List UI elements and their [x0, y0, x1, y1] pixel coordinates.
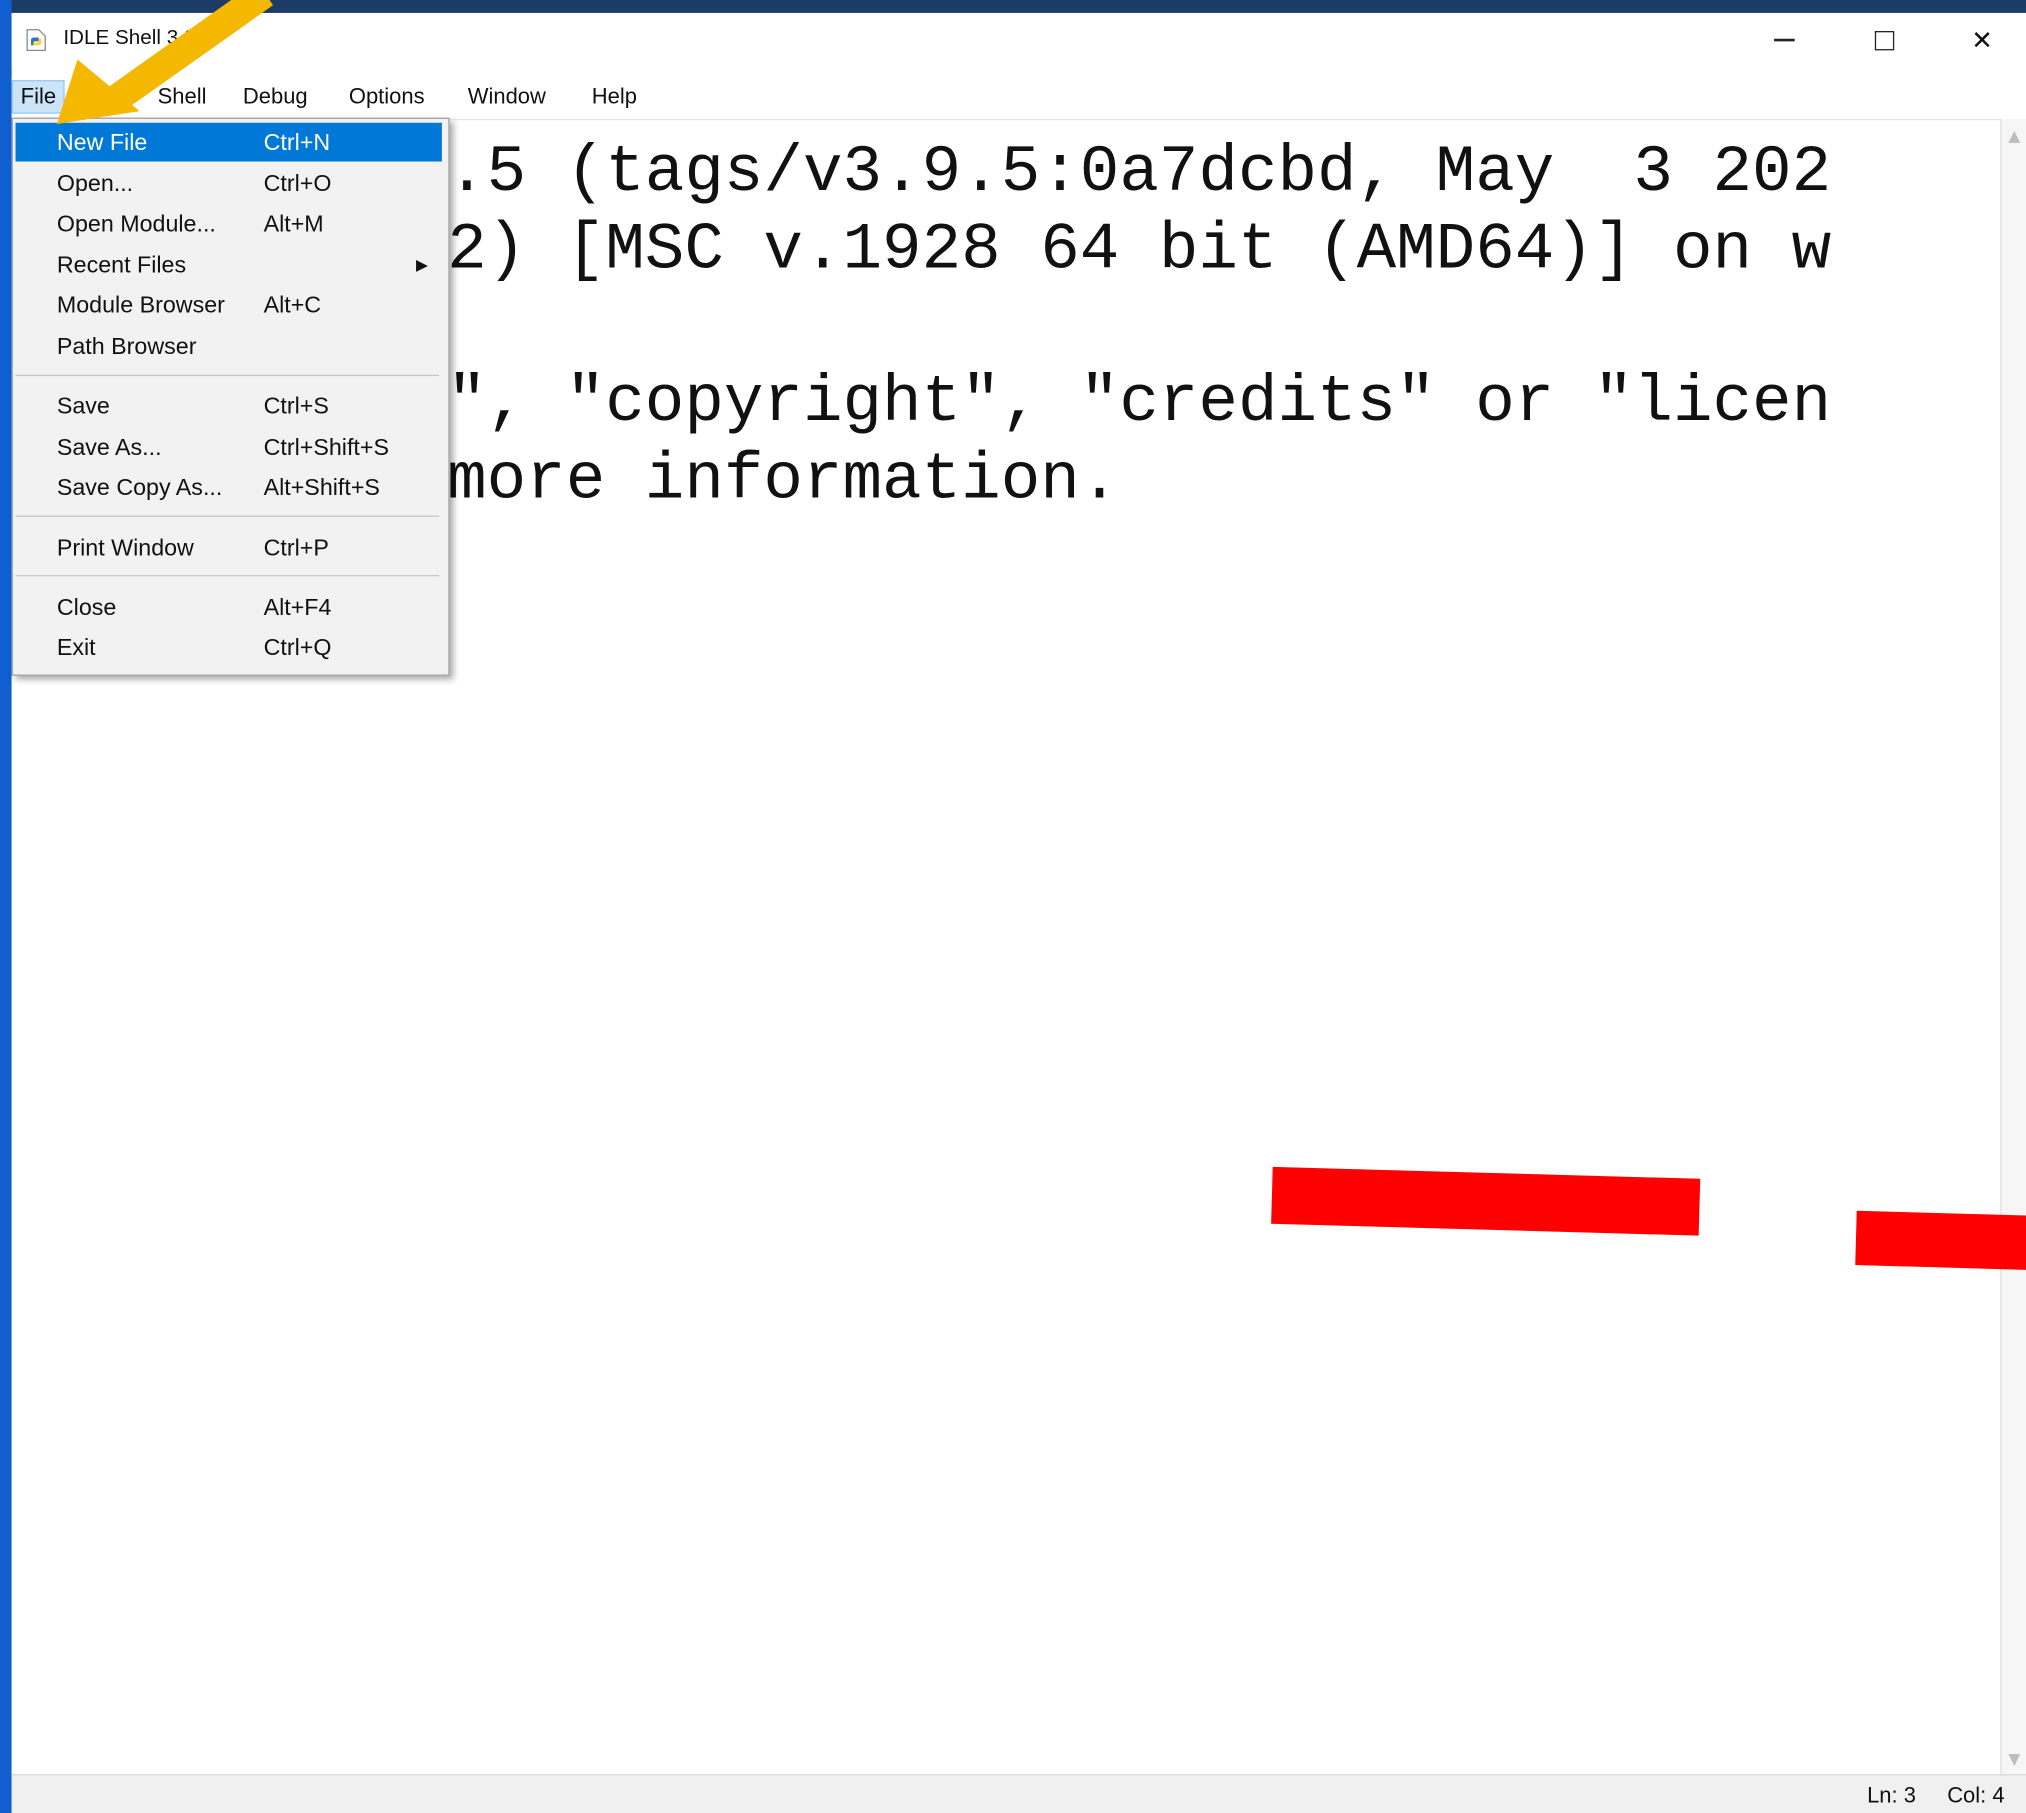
python-file-icon	[26, 29, 46, 52]
menu-item-shortcut: Ctrl+O	[263, 170, 332, 197]
menu-edit[interactable]: Edit	[80, 81, 133, 112]
menu-separator	[15, 515, 440, 517]
menu-item-shortcut: Alt+F4	[263, 594, 332, 621]
menu-item-label: Close	[56, 594, 117, 621]
menu-debug[interactable]: Debug	[235, 81, 315, 112]
menu-item-label: Save	[56, 392, 110, 419]
file-menu-dropdown: New File Ctrl+N Open... Ctrl+O Open Modu…	[11, 117, 450, 676]
menu-item-shortcut: Alt+C	[263, 292, 322, 318]
menu-item-shortcut: Ctrl+P	[263, 534, 329, 561]
menu-bar: File Edit Shell Debug Options Window Hel…	[11, 76, 2026, 118]
menu-item-open[interactable]: Open... Ctrl+O	[16, 164, 442, 203]
shell-line-4: more information.	[447, 444, 1120, 519]
desktop-edge	[0, 0, 12, 1813]
maximize-icon	[1874, 30, 1894, 50]
shell-line-1: .5 (tags/v3.9.5:0a7dcbd, May 3 202	[447, 136, 1832, 211]
status-column: Col: 4	[1947, 1783, 2005, 1808]
minimize-button[interactable]	[1735, 13, 1833, 67]
menu-item-recent-files[interactable]: Recent Files ▶	[16, 246, 442, 285]
menu-item-label: Open...	[56, 170, 134, 197]
menu-item-path-browser[interactable]: Path Browser	[16, 327, 442, 366]
scroll-down-icon[interactable]: ▼	[2005, 1750, 2023, 1768]
menu-shell[interactable]: Shell	[150, 81, 214, 112]
menu-item-new-file[interactable]: New File Ctrl+N	[15, 122, 442, 162]
menu-item-label: Save Copy As...	[56, 474, 223, 501]
menu-item-label: New File	[56, 129, 148, 156]
menu-item-shortcut: Alt+Shift+S	[263, 474, 380, 501]
window-title: IDLE Shell 3.9.5	[63, 27, 213, 50]
title-bar: IDLE Shell 3.9.5 ✕	[11, 12, 2026, 68]
close-icon: ✕	[1971, 24, 1993, 56]
menu-options[interactable]: Options	[341, 81, 432, 112]
menu-item-label: Open Module...	[56, 210, 216, 237]
menu-item-shortcut: Ctrl+N	[263, 129, 331, 156]
vertical-scrollbar[interactable]: ▲ ▼	[2000, 118, 2026, 1775]
menu-item-print-window[interactable]: Print Window Ctrl+P	[16, 529, 442, 568]
screen: IDLE Shell 3.9.5 ✕ File Edit Shell Debug…	[0, 0, 2026, 1813]
menu-item-label: Exit	[56, 634, 96, 661]
menu-file[interactable]: File	[11, 80, 66, 114]
menu-item-close[interactable]: Close Alt+F4	[16, 588, 442, 627]
menu-item-label: Path Browser	[56, 333, 197, 360]
status-line: Ln: 3	[1867, 1783, 1916, 1808]
status-bar: Ln: 3 Col: 4	[11, 1774, 2026, 1813]
red-dash-annotation	[1271, 1166, 1701, 1236]
close-button[interactable]: ✕	[1933, 13, 2026, 67]
menu-item-save[interactable]: Save Ctrl+S	[16, 386, 442, 425]
shell-line-2: 2) [MSC v.1928 64 bit (AMD64)] on w	[447, 214, 1832, 289]
menu-item-module-browser[interactable]: Module Browser Alt+C	[16, 286, 442, 325]
maximize-button[interactable]	[1835, 13, 1933, 67]
menu-item-label: Print Window	[56, 534, 194, 561]
menu-item-shortcut: Ctrl+S	[263, 392, 329, 419]
minimize-icon	[1774, 38, 1795, 42]
menu-item-exit[interactable]: Exit Ctrl+Q	[16, 628, 442, 667]
menu-help[interactable]: Help	[584, 81, 645, 112]
shell-line-3: ", "copyright", "credits" or "licen	[447, 366, 1832, 441]
menu-item-shortcut: Ctrl+Q	[263, 634, 332, 661]
menu-item-shortcut: Ctrl+Shift+S	[263, 434, 389, 461]
menu-item-label: Module Browser	[56, 292, 225, 318]
scroll-up-icon[interactable]: ▲	[2005, 127, 2023, 145]
menu-item-open-module[interactable]: Open Module... Alt+M	[16, 204, 442, 243]
menu-separator	[15, 374, 440, 377]
red-dash-annotation	[1855, 1210, 2026, 1271]
menu-item-label: Recent Files	[56, 251, 187, 278]
menu-item-save-copy-as[interactable]: Save Copy As... Alt+Shift+S	[16, 468, 442, 507]
menu-separator	[15, 575, 440, 577]
submenu-arrow-icon: ▶	[416, 255, 428, 274]
menu-window[interactable]: Window	[460, 81, 554, 112]
menu-item-save-as[interactable]: Save As... Ctrl+Shift+S	[16, 428, 442, 467]
menu-item-label: Save As...	[56, 434, 162, 461]
menu-item-shortcut: Alt+M	[263, 210, 324, 237]
